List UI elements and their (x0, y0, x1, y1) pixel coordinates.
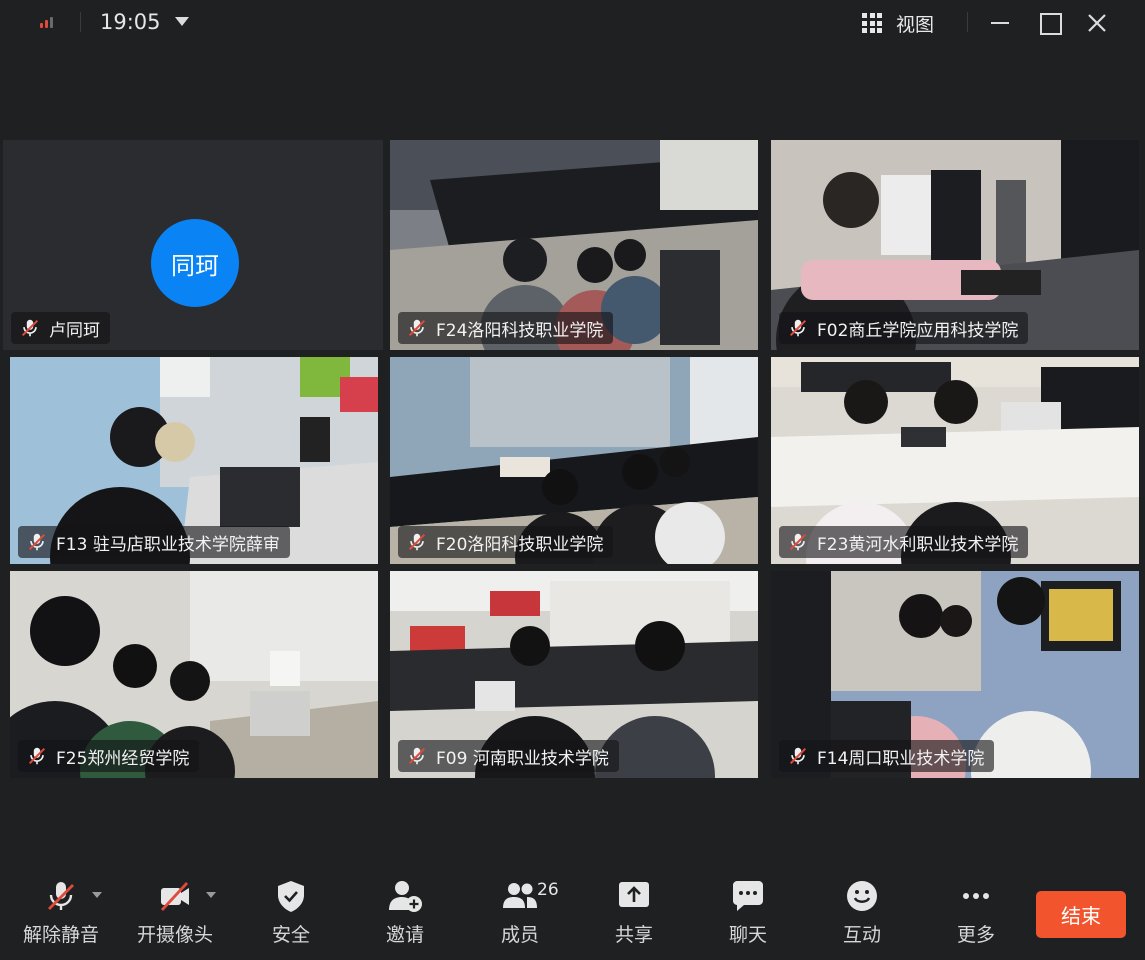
share-button[interactable]: 共享 (579, 878, 689, 954)
network-signal-icon[interactable] (40, 14, 60, 28)
mic-off-icon (28, 747, 46, 765)
mic-off-icon (789, 533, 807, 551)
participant-name: F25郑州经贸学院 (56, 748, 190, 769)
chat-label: 聊天 (728, 924, 767, 946)
close-icon (1088, 14, 1106, 32)
participant-label: F24洛阳科技职业学院 (398, 312, 614, 344)
view-button[interactable]: 视图 (862, 10, 934, 36)
invite-button[interactable]: 邀请 (350, 878, 460, 954)
mic-off-icon (408, 747, 426, 765)
participant-tile[interactable]: F13 驻马店职业技术学院薛审 (10, 357, 378, 564)
share-screen-icon (616, 878, 652, 914)
grid-view-icon (862, 13, 882, 33)
invite-label: 邀请 (385, 924, 424, 946)
chevron-down-icon[interactable] (92, 892, 102, 898)
minimize-button[interactable] (985, 8, 1015, 38)
participant-label: F13 驻马店职业技术学院薛审 (18, 526, 290, 558)
unmute-button[interactable]: 解除静音 (6, 878, 116, 954)
shield-icon (273, 878, 309, 914)
divider (967, 12, 968, 32)
security-label: 安全 (271, 924, 310, 946)
participant-label: F09 河南职业技术学院 (398, 740, 619, 772)
smiley-icon (844, 878, 880, 914)
participant-tile[interactable]: F20洛阳科技职业学院 (390, 357, 758, 564)
participant-label: F02商丘学院应用科技学院 (779, 312, 1029, 344)
participant-label: F14周口职业技术学院 (779, 740, 995, 772)
participant-tile[interactable]: F25郑州经贸学院 (10, 571, 378, 778)
members-label: 成员 (500, 924, 539, 946)
camera-off-icon (157, 878, 193, 914)
participant-tile[interactable]: F02商丘学院应用科技学院 (771, 140, 1139, 350)
more-dots-icon (958, 878, 994, 914)
mic-off-icon (789, 319, 807, 337)
camera-button[interactable]: 开摄像头 (120, 878, 230, 954)
maximize-button[interactable] (1034, 8, 1064, 38)
participant-tile[interactable]: 同珂 卢同珂 (3, 140, 383, 350)
chevron-down-icon[interactable] (175, 17, 189, 26)
participant-label: F20洛阳科技职业学院 (398, 526, 614, 558)
participant-tile[interactable]: F14周口职业技术学院 (771, 571, 1139, 778)
divider (80, 12, 81, 32)
end-meeting-button[interactable]: 结束 (1036, 891, 1126, 938)
participant-label: F23黄河水利职业技术学院 (779, 526, 1029, 558)
members-count: 26 (537, 880, 559, 900)
unmute-label: 解除静音 (22, 924, 99, 946)
participant-name: F09 河南职业技术学院 (436, 748, 609, 769)
participant-name: F13 驻马店职业技术学院薛审 (56, 534, 280, 555)
mic-off-icon (408, 319, 426, 337)
participant-name: F23黄河水利职业技术学院 (817, 534, 1019, 555)
add-user-icon (387, 878, 423, 914)
top-bar: 19:05 视图 (0, 0, 1145, 46)
interact-label: 互动 (842, 924, 881, 946)
participant-tile[interactable]: F09 河南职业技术学院 (390, 571, 758, 778)
participant-name: F24洛阳科技职业学院 (436, 320, 604, 341)
mic-off-icon (28, 533, 46, 551)
participant-tile[interactable]: F24洛阳科技职业学院 (390, 140, 758, 350)
avatar: 同珂 (151, 219, 239, 307)
camera-label: 开摄像头 (136, 924, 213, 946)
participant-label: F25郑州经贸学院 (18, 740, 200, 772)
interact-button[interactable]: 互动 (807, 878, 917, 954)
mic-off-icon (789, 747, 807, 765)
chevron-down-icon[interactable] (206, 892, 216, 898)
mic-off-icon (43, 878, 79, 914)
mic-off-icon (21, 319, 39, 337)
more-label: 更多 (956, 924, 995, 946)
meeting-toolbar: 解除静音 开摄像头 安全 邀请 26 成员 共享 聊天 互动 更多 (0, 868, 1145, 960)
share-label: 共享 (614, 924, 653, 946)
participant-name: F14周口职业技术学院 (817, 748, 985, 769)
participant-name: F02商丘学院应用科技学院 (817, 320, 1019, 341)
chat-icon (730, 878, 766, 914)
participant-tile[interactable]: F23黄河水利职业技术学院 (771, 357, 1139, 564)
participant-name: 卢同珂 (49, 320, 100, 341)
members-button[interactable]: 26 成员 (465, 878, 575, 954)
meeting-clock: 19:05 (100, 10, 161, 34)
chat-button[interactable]: 聊天 (693, 878, 803, 954)
view-label: 视图 (896, 13, 935, 36)
participant-name: F20洛阳科技职业学院 (436, 534, 604, 555)
participant-label: 卢同珂 (11, 312, 110, 344)
security-button[interactable]: 安全 (236, 878, 346, 954)
more-button[interactable]: 更多 (921, 878, 1031, 954)
members-icon (502, 878, 538, 914)
close-button[interactable] (1082, 8, 1112, 38)
mic-off-icon (408, 533, 426, 551)
